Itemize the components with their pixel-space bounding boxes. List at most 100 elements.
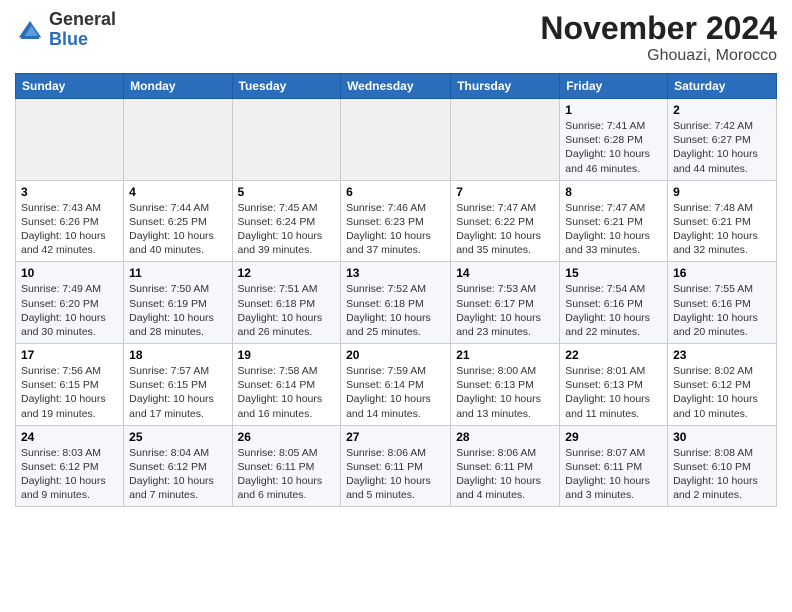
day-info: Sunrise: 8:07 AMSunset: 6:11 PMDaylight:… — [565, 446, 662, 503]
calendar-cell: 29 Sunrise: 8:07 AMSunset: 6:11 PMDayligh… — [560, 425, 668, 507]
day-number: 13 — [346, 266, 445, 280]
calendar-week-3: 17Sunrise: 7:56 AMSunset: 6:15 PMDayligh… — [16, 344, 777, 426]
calendar-cell — [16, 99, 124, 181]
calendar-cell: 15Sunrise: 7:54 AMSunset: 6:16 PMDayligh… — [560, 262, 668, 344]
day-number: 20 — [346, 348, 445, 362]
day-info: Sunrise: 7:47 AMSunset: 6:21 PMDaylight:… — [565, 201, 662, 258]
day-number: 1 — [565, 103, 662, 117]
header-tuesday: Tuesday — [232, 74, 341, 99]
day-info: Sunrise: 7:47 AMSunset: 6:22 PMDaylight:… — [456, 201, 554, 258]
page-subtitle: Ghouazi, Morocco — [540, 47, 777, 65]
calendar-cell: 12Sunrise: 7:51 AMSunset: 6:18 PMDayligh… — [232, 262, 341, 344]
day-number: 15 — [565, 266, 662, 280]
header-row: Sunday Monday Tuesday Wednesday Thursday… — [16, 74, 777, 99]
day-info: Sunrise: 8:03 AMSunset: 6:12 PMDaylight:… — [21, 446, 118, 503]
calendar-cell — [451, 99, 560, 181]
calendar-week-2: 10Sunrise: 7:49 AMSunset: 6:20 PMDayligh… — [16, 262, 777, 344]
day-number: 29 — [565, 430, 662, 444]
calendar-header: Sunday Monday Tuesday Wednesday Thursday… — [16, 74, 777, 99]
header-saturday: Saturday — [668, 74, 777, 99]
day-info: Sunrise: 7:41 AMSunset: 6:28 PMDaylight:… — [565, 119, 662, 176]
day-number: 16 — [673, 266, 771, 280]
day-number: 21 — [456, 348, 554, 362]
calendar-cell: 14 Sunrise: 7:53 AMSunset: 6:17 PMDayligh… — [451, 262, 560, 344]
logo: General Blue — [15, 10, 116, 50]
day-info: Sunrise: 7:58 AMSunset: 6:14 PMDaylight:… — [238, 364, 336, 421]
day-info: Sunrise: 8:06 AMSunset: 6:11 PMDaylight:… — [346, 446, 445, 503]
day-number: 10 — [21, 266, 118, 280]
calendar-cell: 27 Sunrise: 8:06 AMSunset: 6:11 PMDayligh… — [341, 425, 451, 507]
day-info: Sunrise: 7:51 AMSunset: 6:18 PMDaylight:… — [238, 282, 336, 339]
calendar-cell: 30Sunrise: 8:08 AMSunset: 6:10 PMDayligh… — [668, 425, 777, 507]
calendar-cell: 21Sunrise: 8:00 AMSunset: 6:13 PMDayligh… — [451, 344, 560, 426]
calendar-week-4: 24 Sunrise: 8:03 AMSunset: 6:12 PMDayligh… — [16, 425, 777, 507]
day-info: Sunrise: 7:53 AMSunset: 6:17 PMDaylight:… — [456, 282, 554, 339]
calendar: Sunday Monday Tuesday Wednesday Thursday… — [15, 73, 777, 507]
day-number: 24 — [21, 430, 118, 444]
day-info: Sunrise: 7:46 AMSunset: 6:23 PMDaylight:… — [346, 201, 445, 258]
day-number: 4 — [129, 185, 226, 199]
calendar-cell: 17Sunrise: 7:56 AMSunset: 6:15 PMDayligh… — [16, 344, 124, 426]
calendar-cell: 22Sunrise: 8:01 AMSunset: 6:13 PMDayligh… — [560, 344, 668, 426]
calendar-cell: 26 Sunrise: 8:05 AMSunset: 6:11 PMDayligh… — [232, 425, 341, 507]
day-number: 11 — [129, 266, 226, 280]
day-info: Sunrise: 7:45 AMSunset: 6:24 PMDaylight:… — [238, 201, 336, 258]
calendar-cell — [124, 99, 232, 181]
calendar-cell: 25 Sunrise: 8:04 AMSunset: 6:12 PMDayligh… — [124, 425, 232, 507]
day-info: Sunrise: 8:06 AMSunset: 6:11 PMDaylight:… — [456, 446, 554, 503]
calendar-week-0: 1 Sunrise: 7:41 AMSunset: 6:28 PMDaylight… — [16, 99, 777, 181]
day-number: 5 — [238, 185, 336, 199]
day-number: 6 — [346, 185, 445, 199]
calendar-cell: 20 Sunrise: 7:59 AMSunset: 6:14 PMDayligh… — [341, 344, 451, 426]
day-info: Sunrise: 8:01 AMSunset: 6:13 PMDaylight:… — [565, 364, 662, 421]
day-info: Sunrise: 8:05 AMSunset: 6:11 PMDaylight:… — [238, 446, 336, 503]
day-number: 9 — [673, 185, 771, 199]
day-number: 25 — [129, 430, 226, 444]
day-info: Sunrise: 8:08 AMSunset: 6:10 PMDaylight:… — [673, 446, 771, 503]
header-sunday: Sunday — [16, 74, 124, 99]
calendar-cell: 23 Sunrise: 8:02 AMSunset: 6:12 PMDayligh… — [668, 344, 777, 426]
day-info: Sunrise: 7:50 AMSunset: 6:19 PMDaylight:… — [129, 282, 226, 339]
calendar-cell: 13 Sunrise: 7:52 AMSunset: 6:18 PMDayligh… — [341, 262, 451, 344]
page: General Blue November 2024 Ghouazi, Moro… — [0, 0, 792, 517]
calendar-body: 1 Sunrise: 7:41 AMSunset: 6:28 PMDaylight… — [16, 99, 777, 507]
header-friday: Friday — [560, 74, 668, 99]
day-number: 14 — [456, 266, 554, 280]
calendar-cell: 7 Sunrise: 7:47 AMSunset: 6:22 PMDaylight… — [451, 180, 560, 262]
calendar-cell: 16 Sunrise: 7:55 AMSunset: 6:16 PMDayligh… — [668, 262, 777, 344]
calendar-cell: 4 Sunrise: 7:44 AMSunset: 6:25 PMDaylight… — [124, 180, 232, 262]
day-info: Sunrise: 7:48 AMSunset: 6:21 PMDaylight:… — [673, 201, 771, 258]
calendar-cell: 18Sunrise: 7:57 AMSunset: 6:15 PMDayligh… — [124, 344, 232, 426]
day-number: 26 — [238, 430, 336, 444]
calendar-cell: 2 Sunrise: 7:42 AMSunset: 6:27 PMDaylight… — [668, 99, 777, 181]
day-number: 7 — [456, 185, 554, 199]
day-info: Sunrise: 7:57 AMSunset: 6:15 PMDaylight:… — [129, 364, 226, 421]
day-info: Sunrise: 7:59 AMSunset: 6:14 PMDaylight:… — [346, 364, 445, 421]
day-info: Sunrise: 7:55 AMSunset: 6:16 PMDaylight:… — [673, 282, 771, 339]
day-info: Sunrise: 7:52 AMSunset: 6:18 PMDaylight:… — [346, 282, 445, 339]
logo-blue: Blue — [49, 29, 88, 49]
calendar-cell — [232, 99, 341, 181]
logo-text: General Blue — [49, 10, 116, 50]
day-number: 28 — [456, 430, 554, 444]
calendar-cell: 9 Sunrise: 7:48 AMSunset: 6:21 PMDaylight… — [668, 180, 777, 262]
day-number: 3 — [21, 185, 118, 199]
day-info: Sunrise: 8:04 AMSunset: 6:12 PMDaylight:… — [129, 446, 226, 503]
day-number: 8 — [565, 185, 662, 199]
day-info: Sunrise: 8:02 AMSunset: 6:12 PMDaylight:… — [673, 364, 771, 421]
calendar-cell: 10Sunrise: 7:49 AMSunset: 6:20 PMDayligh… — [16, 262, 124, 344]
calendar-cell: 3Sunrise: 7:43 AMSunset: 6:26 PMDaylight… — [16, 180, 124, 262]
day-info: Sunrise: 7:56 AMSunset: 6:15 PMDaylight:… — [21, 364, 118, 421]
logo-general: General — [49, 9, 116, 29]
calendar-cell: 11 Sunrise: 7:50 AMSunset: 6:19 PMDayligh… — [124, 262, 232, 344]
day-info: Sunrise: 7:44 AMSunset: 6:25 PMDaylight:… — [129, 201, 226, 258]
day-number: 2 — [673, 103, 771, 117]
day-number: 19 — [238, 348, 336, 362]
header-thursday: Thursday — [451, 74, 560, 99]
calendar-cell: 1 Sunrise: 7:41 AMSunset: 6:28 PMDaylight… — [560, 99, 668, 181]
calendar-cell — [341, 99, 451, 181]
calendar-cell: 19 Sunrise: 7:58 AMSunset: 6:14 PMDayligh… — [232, 344, 341, 426]
day-number: 27 — [346, 430, 445, 444]
day-number: 23 — [673, 348, 771, 362]
day-info: Sunrise: 7:42 AMSunset: 6:27 PMDaylight:… — [673, 119, 771, 176]
